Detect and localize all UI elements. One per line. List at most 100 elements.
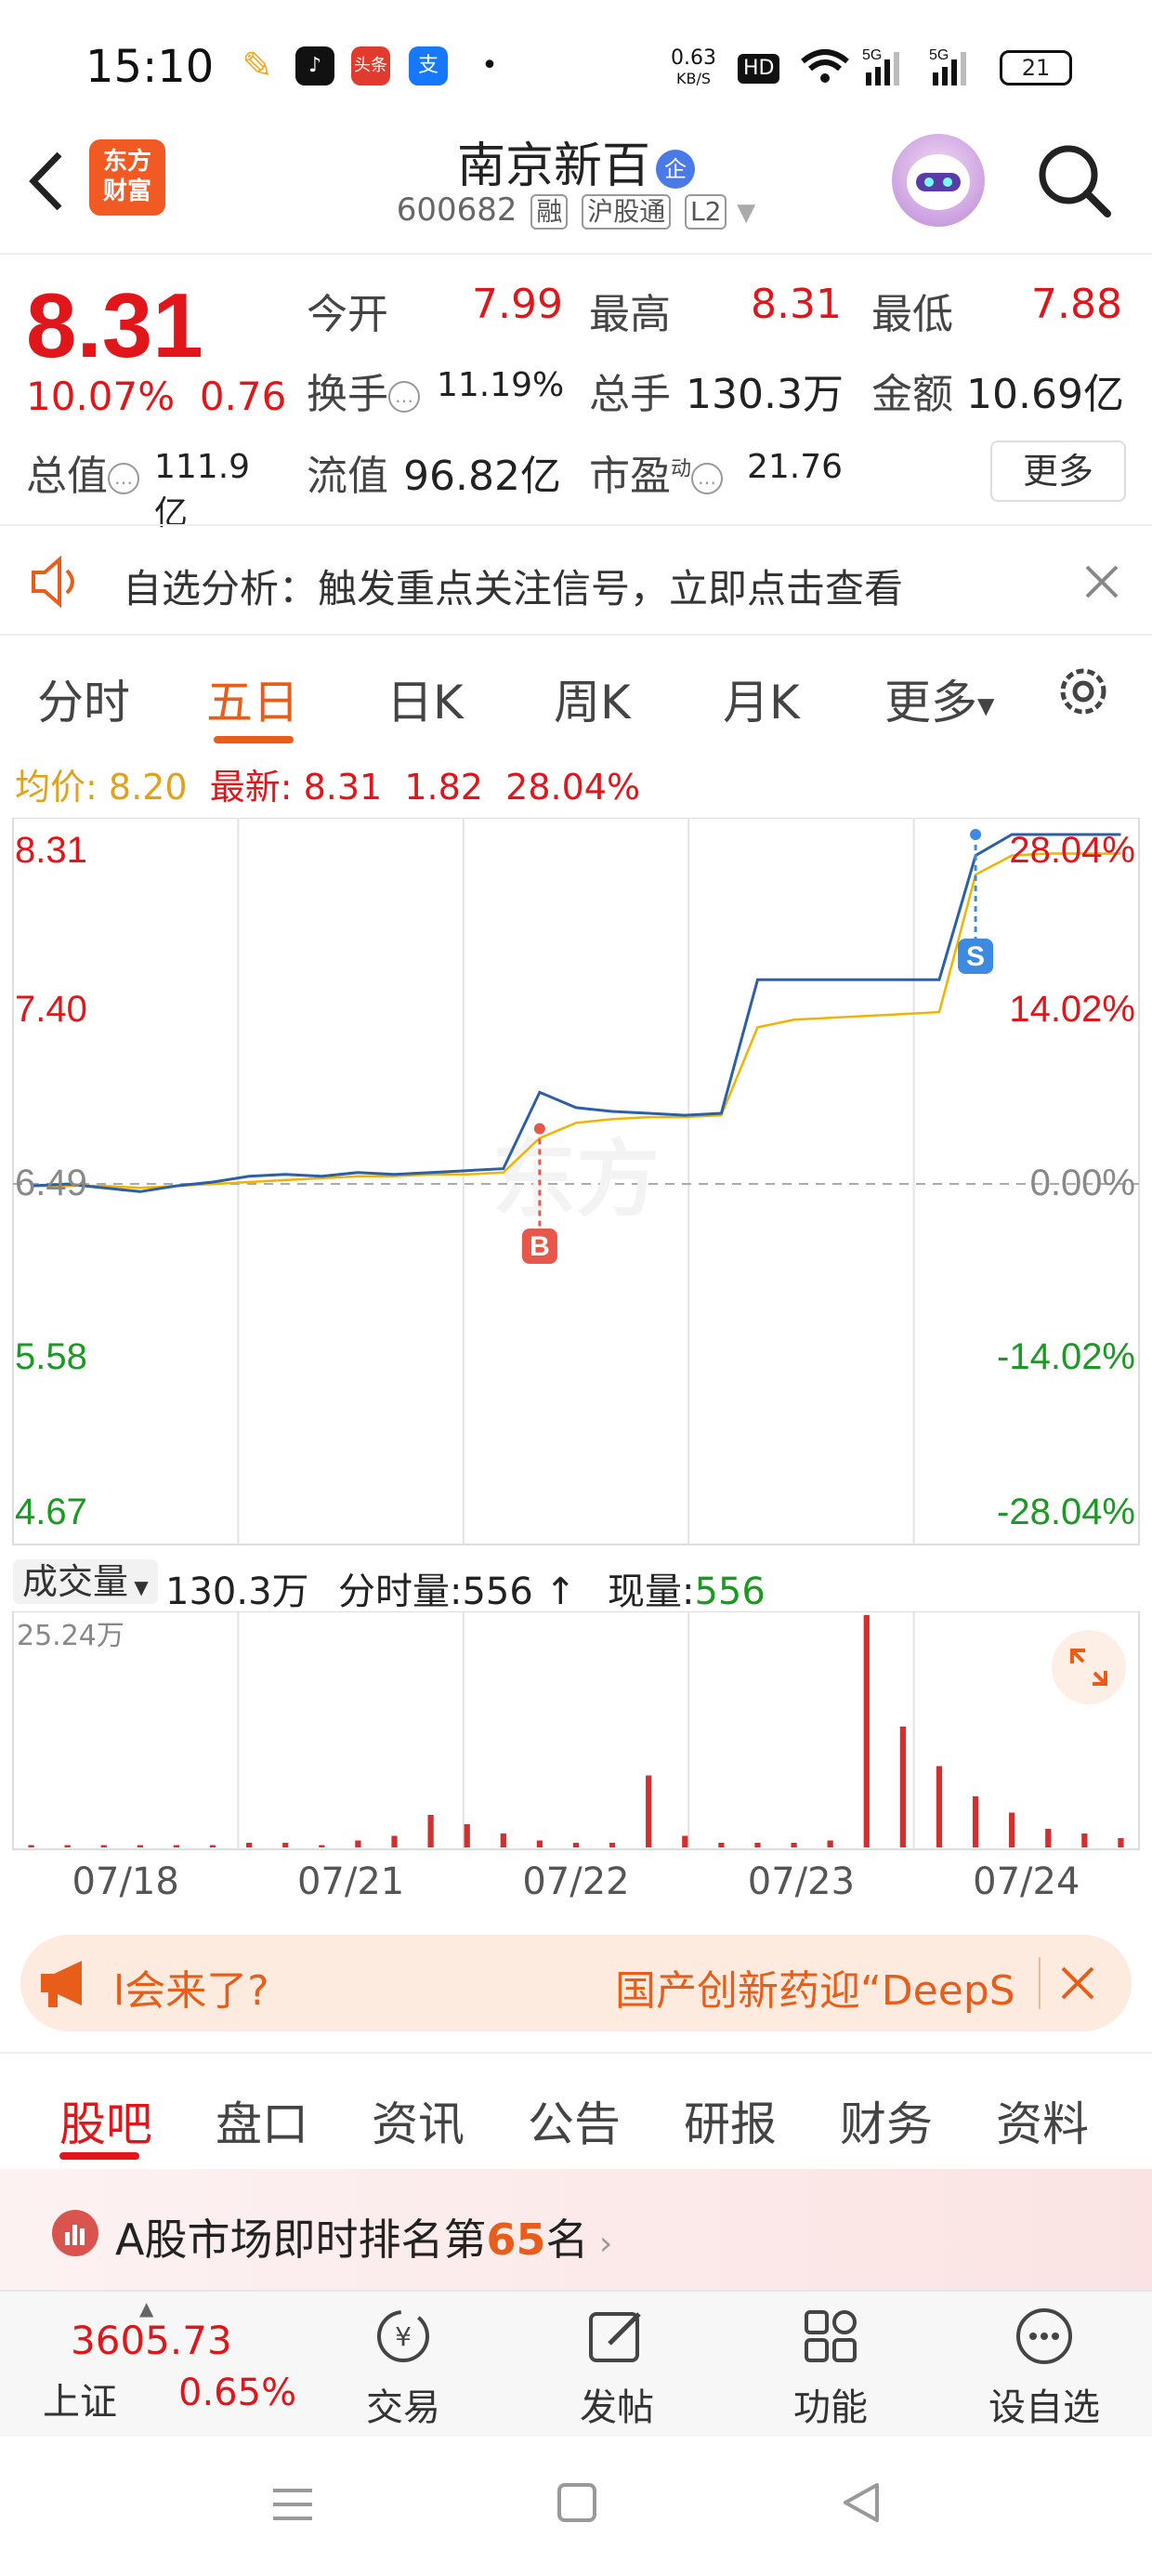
price-tick-label: 7.40 [15, 989, 87, 1030]
functions-button[interactable]: 功能 [756, 2307, 905, 2431]
post-button[interactable]: 发帖 [543, 2307, 691, 2431]
market-rank-row[interactable]: A股市场即时排名第65名 › [0, 2169, 1152, 2290]
search-icon[interactable] [1033, 139, 1113, 219]
speaker-icon [32, 555, 74, 609]
volume-bar [173, 1845, 180, 1847]
volume-bar [282, 1843, 289, 1847]
notice-text: 自选分析：触发重点关注信号，立即点击查看 [123, 566, 904, 611]
info-icon[interactable]: … [691, 463, 724, 494]
high-value: 8.31 [751, 281, 842, 328]
back-triangle-icon[interactable] [840, 2479, 883, 2526]
tag-hk-connect: 沪股通 [582, 194, 672, 230]
date-label: 07/23 [747, 1860, 856, 1903]
five-day-price-chart[interactable]: 东方 B S 8.31 28.04% 7.40 14.02% 6.49 0.00% 5.58 -… [0, 818, 1152, 1552]
tab-daily-k[interactable]: 日K [386, 665, 464, 732]
menu-icon[interactable] [269, 2483, 316, 2526]
index-name: 上证 [43, 2381, 117, 2424]
more-dot-icon: • [481, 49, 498, 82]
analysis-notice[interactable]: 自选分析：触发重点关注信号，立即点击查看 [0, 524, 1152, 636]
news-ticker-banner[interactable]: l会来了? 国产创新药迎“DeepS [20, 1935, 1132, 2031]
latest-change: 1.82 [404, 767, 483, 808]
volume-bar [464, 1824, 470, 1847]
volume-bar [28, 1845, 34, 1847]
svg-text:5G: 5G [862, 47, 882, 63]
ticker-divider [1039, 1957, 1041, 2009]
pct-tick-label: 14.02% [1009, 989, 1135, 1030]
tab-more[interactable]: 更多▼ [884, 665, 994, 732]
enterprise-badge: 企 [656, 150, 695, 189]
tab-forum[interactable]: 股吧 [59, 2087, 152, 2154]
feather-icon: ✎ [242, 45, 273, 87]
info-icon[interactable]: … [388, 381, 420, 413]
close-icon[interactable] [1083, 563, 1120, 600]
price-tick-label: 4.67 [15, 1492, 87, 1532]
volume-bar [1045, 1829, 1052, 1847]
alipay-icon: 支 [409, 46, 448, 85]
yuan-cycle-icon: ¥ [377, 2310, 429, 2362]
pe-value: 21.76 [747, 448, 844, 486]
home-icon[interactable] [556, 2481, 598, 2524]
tag-l2: L2 [685, 194, 727, 230]
add-watchlist-button[interactable]: 设自选 [970, 2307, 1119, 2431]
dropdown-triangle-icon: ▼ [977, 692, 995, 719]
grid-icon [805, 2310, 857, 2362]
gear-icon[interactable] [1054, 662, 1113, 721]
chevron-right-icon: › [588, 2225, 613, 2263]
amount-value: 10.69亿 [966, 371, 1124, 418]
index-value[interactable]: 3605.73 [71, 2318, 232, 2363]
stock-code: 600682 [396, 191, 517, 229]
tab-profile[interactable]: 资料 [996, 2087, 1089, 2154]
quote-panel: 8.31 10.07% 0.76 今开 7.99 最高 8.31 最低 7.88… [0, 253, 1152, 532]
volume-bar [427, 1815, 434, 1847]
pct-tick-label: 0.00% [1030, 1163, 1135, 1203]
tiktok-icon: ♪ [295, 46, 334, 85]
volume-bar [827, 1840, 833, 1847]
float-label: 流值 [307, 453, 388, 500]
sell-marker-label: S [966, 941, 985, 972]
tab-monthly-k[interactable]: 月K [723, 665, 800, 732]
volume-selector[interactable]: 成交量 ▼ [13, 1559, 158, 1604]
volume-bar [936, 1766, 943, 1847]
price-tick-label: 8.31 [15, 830, 87, 871]
tab-announcements[interactable]: 公告 [528, 2087, 621, 2154]
clock: 15:10 [85, 41, 215, 93]
close-icon[interactable] [1059, 1965, 1096, 2002]
signal-5g-icon-2: 5G [929, 47, 966, 85]
tab-orderbook[interactable]: 盘口 [216, 2087, 308, 2154]
volume-label: 总手 [589, 371, 671, 418]
volume-total: 130.3万 [165, 1571, 309, 1613]
turnover-label: 换手… [307, 361, 420, 420]
active-tab-indicator [59, 2152, 139, 2160]
tab-five-day[interactable]: 五日 [206, 665, 299, 732]
caret-up-icon: ▲ [139, 2297, 154, 2320]
volume-bar [137, 1845, 143, 1847]
price-change: 10.07% 0.76 [26, 374, 286, 419]
mktcap-value: 111.9亿 [154, 448, 251, 532]
tab-intraday[interactable]: 分时 [37, 665, 130, 732]
tab-financials[interactable]: 财务 [840, 2087, 933, 2154]
volume-max-label: 25.24万 [17, 1620, 124, 1652]
edit-icon [589, 2312, 641, 2362]
robot-assistant-avatar[interactable] [892, 134, 985, 227]
volume-bar [972, 1796, 979, 1847]
rank-chart-icon [52, 2210, 98, 2256]
bottom-toolbar: ▲ 3605.73 上证 0.65% ¥ 交易 发帖 功能 设自选 [0, 2290, 1152, 2437]
buy-marker-label: B [530, 1231, 550, 1262]
volume-chart[interactable]: 25.24万 [0, 1611, 1152, 1862]
volume-header: 成交量 ▼ 130.3万 分时量:556 ↑ 现量:556 [0, 1554, 1152, 1613]
tab-research[interactable]: 研报 [684, 2087, 777, 2154]
more-button[interactable]: 更多 [990, 440, 1126, 502]
ticker-left-text: l会来了? [113, 1967, 269, 2015]
high-label: 最高 [589, 291, 671, 338]
trade-button[interactable]: ¥ 交易 [329, 2307, 478, 2431]
info-icon[interactable]: … [108, 463, 139, 494]
marker-dot [970, 829, 982, 840]
avg-label: 均价: [15, 767, 98, 808]
volume-bar [754, 1843, 761, 1847]
tab-news[interactable]: 资讯 [372, 2087, 465, 2154]
megaphone-icon [41, 1961, 82, 2007]
volume-bar [500, 1833, 506, 1847]
volume-bar [791, 1843, 797, 1847]
wifi-icon [801, 49, 849, 83]
tab-weekly-k[interactable]: 周K [554, 665, 631, 732]
